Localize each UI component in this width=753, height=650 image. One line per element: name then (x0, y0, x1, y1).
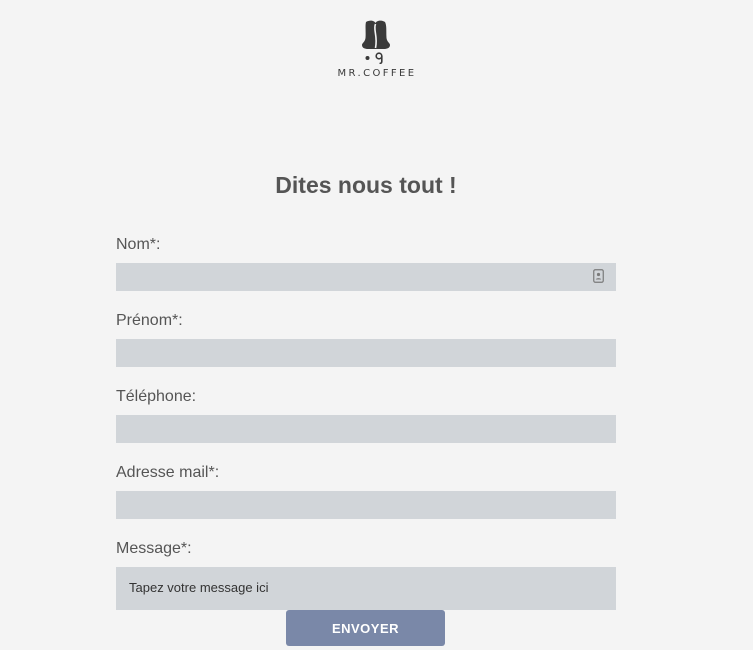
prenom-input[interactable] (116, 339, 616, 367)
coffee-bean-bell-logo (362, 20, 390, 64)
contact-form: Nom*: Prénom*: Téléphone: Adresse mail*:… (116, 236, 616, 610)
nom-field-wrapper (116, 263, 616, 291)
form-title: Dites nous tout ! (275, 172, 457, 198)
brand-name: MR.COFFEE (337, 68, 417, 79)
nom-input[interactable] (116, 263, 616, 291)
brand-logo[interactable]: MR.COFFEE (326, 20, 426, 79)
telephone-input[interactable] (116, 415, 616, 443)
email-input[interactable] (116, 491, 616, 519)
contact-card-icon[interactable] (593, 269, 604, 283)
email-label: Adresse mail*: (116, 464, 220, 481)
message-label: Message*: (116, 540, 192, 557)
message-textarea[interactable] (116, 567, 616, 610)
prenom-label: Prénom*: (116, 312, 183, 329)
nom-label: Nom*: (116, 236, 161, 253)
telephone-label: Téléphone: (116, 388, 197, 405)
submit-button[interactable]: ENVOYER (286, 610, 445, 646)
